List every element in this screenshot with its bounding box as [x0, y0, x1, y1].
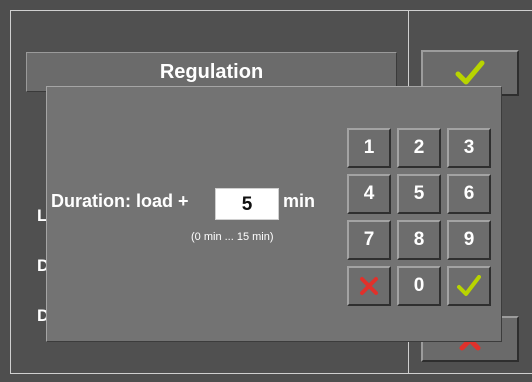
- key-7[interactable]: 7: [347, 220, 391, 260]
- key-1[interactable]: 1: [347, 128, 391, 168]
- confirm-key[interactable]: [447, 266, 491, 306]
- key-5[interactable]: 5: [397, 174, 441, 214]
- key-8[interactable]: 8: [397, 220, 441, 260]
- range-hint: (0 min ... 15 min): [191, 231, 274, 243]
- screen: Regulation L D D Duration: load + 5 min …: [0, 0, 532, 382]
- check-icon: [455, 60, 485, 85]
- cancel-key[interactable]: [347, 266, 391, 306]
- key-6[interactable]: 6: [447, 174, 491, 214]
- cross-icon: [360, 277, 378, 295]
- duration-value-field[interactable]: 5: [215, 188, 279, 220]
- key-9[interactable]: 9: [447, 220, 491, 260]
- duration-prompt: Duration: load +: [51, 191, 189, 211]
- key-2[interactable]: 2: [397, 128, 441, 168]
- numeric-input-dialog: Duration: load + 5 min (0 min ... 15 min…: [46, 86, 502, 342]
- key-4[interactable]: 4: [347, 174, 391, 214]
- key-0[interactable]: 0: [397, 266, 441, 306]
- key-3[interactable]: 3: [447, 128, 491, 168]
- unit-label: min: [283, 191, 316, 211]
- check-icon: [457, 275, 481, 296]
